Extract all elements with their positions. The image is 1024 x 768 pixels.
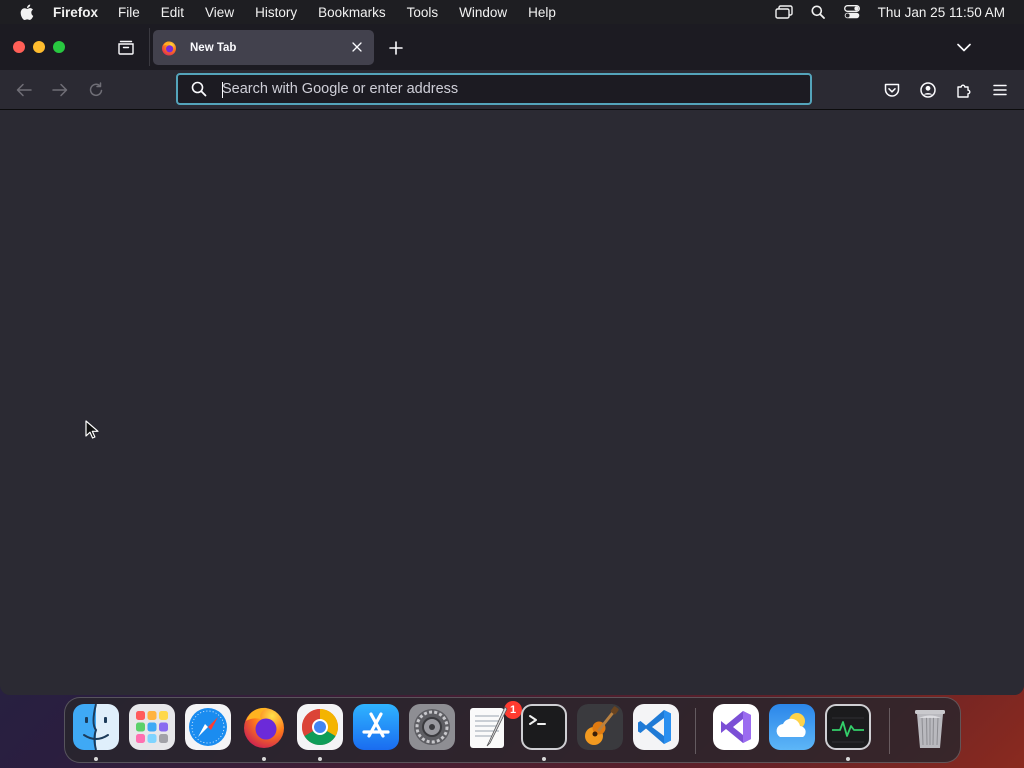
- menu-help[interactable]: Help: [528, 5, 556, 20]
- tab-bar: New Tab: [0, 24, 1024, 70]
- forward-arrow-icon[interactable]: [50, 80, 70, 100]
- firefox-running-dot: [262, 757, 266, 761]
- dock-app-store[interactable]: [353, 704, 399, 750]
- menu-tools[interactable]: Tools: [407, 5, 439, 20]
- control-center-icon[interactable]: [842, 3, 862, 21]
- menu-file[interactable]: File: [118, 5, 140, 20]
- new-tab-plus-icon[interactable]: [386, 38, 406, 58]
- account-icon[interactable]: [918, 80, 938, 100]
- address-input[interactable]: [222, 76, 810, 102]
- dock-garageband[interactable]: [577, 704, 623, 750]
- dock-firefox[interactable]: [241, 704, 287, 750]
- firefox-view-icon[interactable]: [116, 38, 136, 56]
- finder-running-dot: [94, 757, 98, 761]
- pocket-icon[interactable]: [882, 80, 902, 100]
- dock-terminal[interactable]: [521, 704, 567, 750]
- dock-safari[interactable]: [185, 704, 231, 750]
- close-tab-icon[interactable]: [348, 38, 366, 56]
- apple-menu-icon[interactable]: [17, 2, 37, 22]
- tab-separator: [149, 28, 150, 66]
- mouse-pointer-icon: [85, 420, 99, 440]
- extensions-puzzle-icon[interactable]: [954, 80, 974, 100]
- tab-new-tab[interactable]: New Tab: [153, 30, 374, 65]
- dock-activity-monitor[interactable]: [825, 704, 871, 750]
- window-zoom-button[interactable]: [53, 41, 65, 53]
- spotlight-search-icon[interactable]: [808, 3, 828, 21]
- firefox-favicon-icon: [161, 40, 177, 56]
- back-arrow-icon[interactable]: [14, 80, 34, 100]
- activity-monitor-running-dot: [846, 757, 850, 761]
- navigation-toolbar: [0, 70, 1024, 110]
- menu-history[interactable]: History: [255, 5, 297, 20]
- menu-window[interactable]: Window: [459, 5, 507, 20]
- menu-clock[interactable]: Thu Jan 25 11:50 AM: [878, 5, 1005, 20]
- menu-view[interactable]: View: [205, 5, 234, 20]
- dock-textedit[interactable]: [465, 704, 511, 750]
- dock-visual-studio[interactable]: [713, 704, 759, 750]
- search-icon: [190, 80, 208, 98]
- hamburger-menu-icon[interactable]: [990, 80, 1010, 100]
- menu-bookmarks[interactable]: Bookmarks: [318, 5, 386, 20]
- reload-icon[interactable]: [86, 80, 106, 100]
- dock-vscode[interactable]: [633, 704, 679, 750]
- page-content-area[interactable]: [0, 111, 1024, 695]
- dock-system-settings[interactable]: [409, 704, 455, 750]
- dock-weather[interactable]: [769, 704, 815, 750]
- list-all-tabs-chevron-icon[interactable]: [954, 38, 974, 56]
- screen-mirroring-icon[interactable]: [774, 3, 794, 21]
- dock: 1: [64, 697, 961, 763]
- text-caret: [222, 82, 223, 98]
- dock-separator-trash: [889, 708, 890, 754]
- dock-trash[interactable]: [907, 704, 953, 750]
- dock-launchpad[interactable]: [129, 704, 175, 750]
- menu-app-firefox[interactable]: Firefox: [53, 5, 98, 20]
- dock-chrome[interactable]: [297, 704, 343, 750]
- tab-title: New Tab: [190, 41, 237, 54]
- dock-separator: [695, 708, 696, 754]
- window-close-button[interactable]: [13, 41, 25, 53]
- menu-bar: Firefox File Edit View History Bookmarks…: [0, 0, 1024, 24]
- dock-finder[interactable]: [73, 704, 119, 750]
- address-bar[interactable]: [176, 73, 812, 105]
- window-minimize-button[interactable]: [33, 41, 45, 53]
- browser-window: New Tab: [0, 24, 1024, 695]
- menu-edit[interactable]: Edit: [161, 5, 184, 20]
- chrome-running-dot: [318, 757, 322, 761]
- terminal-running-dot: [542, 757, 546, 761]
